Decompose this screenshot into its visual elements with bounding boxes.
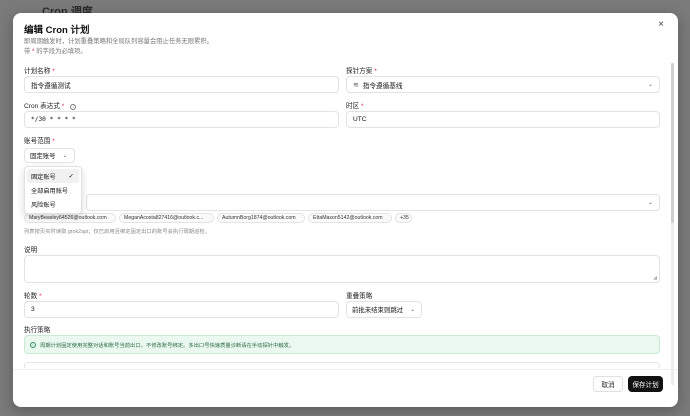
account-chip[interactable]: MaryBeasley64526@outlook.com	[24, 213, 116, 223]
timezone-label: 时区 *	[346, 103, 364, 110]
chevron-down-icon: ⌄	[410, 307, 416, 313]
exec-strategy-banner: i 周期计划固定使用完整对话和账号当前出口，不修改账号绑定。多出口号快速质量诊断…	[24, 335, 660, 354]
info-icon[interactable]: i	[70, 104, 77, 110]
chevron-down-icon: ⌄	[62, 153, 68, 159]
chevron-down-icon: ⌄	[647, 82, 653, 88]
check-icon: ✓	[68, 173, 74, 180]
option-risk-accounts[interactable]: 风险账号	[27, 197, 79, 211]
account-scope-select[interactable]: 固定账号 ⌄	[24, 148, 75, 163]
cancel-button[interactable]: 取消	[593, 376, 623, 392]
dialog-title: 编辑 Cron 计划	[24, 25, 90, 36]
overlap-label: 重叠策略	[346, 293, 373, 300]
scrollbar-thumb[interactable]	[671, 63, 674, 223]
probe-scheme-label: 探针方案 *	[346, 68, 377, 75]
plan-name-label: 计划名称 *	[24, 68, 55, 75]
account-chip[interactable]: AutumnBorg1874@outlook.com	[217, 213, 305, 223]
option-fixed-accounts[interactable]: 固定账号 ✓	[27, 169, 79, 183]
chevron-down-icon: ⌄	[647, 200, 653, 206]
edit-cron-dialog: × 编辑 Cron 计划 即周期触发时，计划重叠策略和全局队列容量会阻止任务无限…	[13, 13, 678, 407]
footer-divider	[13, 369, 678, 370]
overlap-select[interactable]: 前批未结束则跳过 ⌄	[346, 301, 423, 318]
resize-handle-icon[interactable]: ◢	[653, 275, 657, 281]
dialog-description: 即周期触发时，计划重叠策略和全局队列容量会阻止任务无限累积。	[24, 38, 213, 45]
account-scope-dropdown: 固定账号 ✓ 全部启用账号 风险账号	[24, 166, 82, 214]
description-label: 说明	[24, 247, 38, 254]
option-all-enabled[interactable]: 全部启用账号	[27, 183, 79, 197]
probe-scheme-select[interactable]: ≋ 指令遵循基线 ⌄	[346, 76, 660, 93]
account-chip[interactable]: MeganAcosta827416@outlook.c...	[119, 213, 214, 223]
account-scope-label: 账号范围 *	[24, 138, 55, 145]
close-icon[interactable]: ×	[654, 17, 668, 31]
exec-strategy-label: 执行策略	[24, 327, 51, 334]
layers-icon: ≋	[353, 81, 359, 89]
cron-expression-input[interactable]: */30 * * * *	[24, 111, 339, 128]
plan-name-input[interactable]: 指令遵循测试	[24, 76, 339, 93]
rounds-input[interactable]: 3	[24, 301, 339, 318]
rounds-label: 轮数 *	[24, 293, 42, 300]
description-textarea[interactable]: ◢	[24, 255, 660, 283]
save-plan-button[interactable]: 保存计划	[628, 376, 663, 392]
info-icon: i	[30, 342, 36, 348]
required-note: 带 * 的字段为必填项。	[24, 48, 87, 55]
account-chip[interactable]: EttaMason5142@outlook.com	[308, 213, 392, 223]
partial-field	[24, 362, 660, 368]
account-picker[interactable]: ⌄	[86, 194, 660, 211]
timezone-input[interactable]: UTC	[346, 111, 660, 128]
more-accounts-chip[interactable]: +35	[395, 213, 412, 223]
accounts-hint: 列表按页实时读取 grok2api；仅已启用且绑定固定出口的账号会执行周期巡检。	[24, 229, 210, 235]
cron-label: Cron 表达式 * i	[24, 100, 77, 110]
